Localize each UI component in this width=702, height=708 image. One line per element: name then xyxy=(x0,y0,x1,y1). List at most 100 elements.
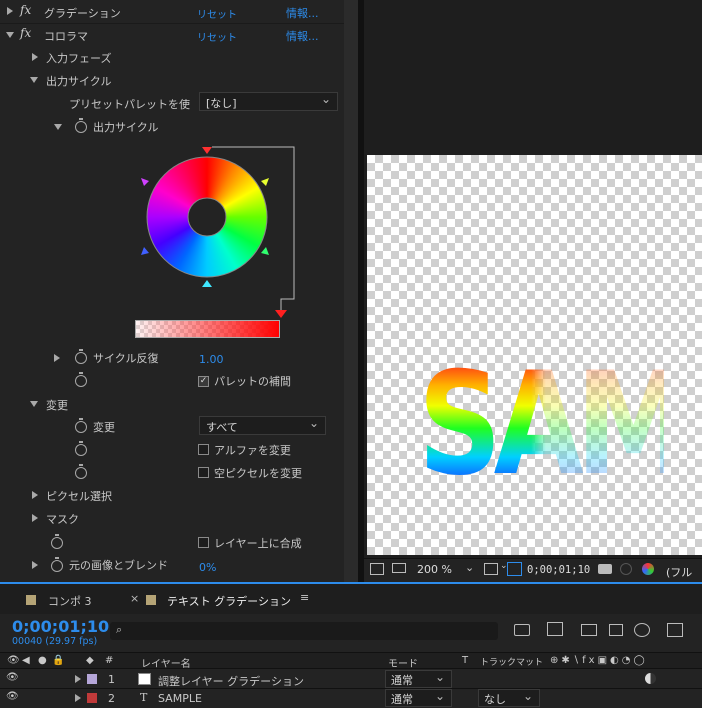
blend-mode-dropdown[interactable]: 通常 xyxy=(385,670,452,688)
camera-icon[interactable] xyxy=(598,564,612,574)
layer-label-color[interactable] xyxy=(87,693,97,703)
group-output-cycle[interactable]: 出力サイクル xyxy=(46,73,111,89)
info-link[interactable]: 情報... xyxy=(286,28,319,44)
track-matte-value: なし xyxy=(484,693,506,706)
column-track-matte[interactable]: トラックマット xyxy=(480,655,543,668)
effect-controls-panel: fx グラデーション リセット 情報... fx コロラマ リセット 情報...… xyxy=(0,0,358,582)
adjustment-switch-icon[interactable] xyxy=(645,673,656,684)
snapshot-icon[interactable] xyxy=(370,563,384,575)
stopwatch-icon[interactable] xyxy=(75,464,87,479)
layer-name[interactable]: SAMPLE xyxy=(158,692,202,705)
expand-arrow-icon[interactable] xyxy=(32,561,38,569)
stopwatch-icon[interactable] xyxy=(75,372,87,387)
column-layer-name[interactable]: レイヤー名 xyxy=(141,655,191,670)
close-icon[interactable]: × xyxy=(130,592,139,605)
group-pixel-selection[interactable]: ピクセル選択 xyxy=(46,488,112,504)
output-cycle-wheel[interactable] xyxy=(135,142,305,342)
expand-arrow-icon[interactable] xyxy=(32,514,38,522)
stopwatch-icon[interactable] xyxy=(75,441,87,456)
table-row[interactable]: 👁 1 調整レイヤー グラデーション 通常 xyxy=(0,670,702,689)
effect-row-colorama[interactable]: fx コロラマ リセット 情報... xyxy=(0,24,344,46)
timecode-display[interactable]: 0;00;01;10 xyxy=(527,564,590,576)
expand-arrow-icon[interactable] xyxy=(6,32,14,38)
collapse-arrow-icon[interactable] xyxy=(7,7,13,15)
expand-arrow-icon[interactable] xyxy=(75,694,81,702)
mask-visibility-icon[interactable] xyxy=(507,562,522,576)
interpolate-palette-label: パレットの補間 xyxy=(214,375,291,388)
stopwatch-icon[interactable] xyxy=(75,118,87,133)
region-icon[interactable] xyxy=(484,563,498,575)
interpolate-palette-checkbox[interactable]: ✓ xyxy=(198,376,209,387)
cycle-repeat-value[interactable]: 1.00 xyxy=(199,353,224,366)
track-matte-dropdown[interactable]: なし xyxy=(478,689,540,707)
layer-search-input[interactable]: ⌕ xyxy=(110,622,498,640)
tab-text-gradient[interactable]: × テキスト グラデーション ≡ xyxy=(126,590,326,610)
group-modify[interactable]: 変更 xyxy=(46,397,68,413)
modify-empty-pixels-checkbox[interactable] xyxy=(198,467,209,478)
blend-value[interactable]: 0% xyxy=(199,561,216,574)
audio-icon[interactable]: ◀ xyxy=(22,655,30,666)
timeline-tab-bar: コンポ 3 × テキスト グラデーション ≡ xyxy=(0,584,702,614)
group-mask[interactable]: マスク xyxy=(46,511,79,527)
palette-strip[interactable] xyxy=(135,320,280,338)
stopwatch-icon[interactable] xyxy=(51,557,63,572)
expand-arrow-icon[interactable] xyxy=(32,53,38,61)
stopwatch-icon[interactable] xyxy=(51,534,63,549)
preset-palette-dropdown[interactable]: [なし] xyxy=(199,92,338,111)
eye-icon[interactable]: 👁 xyxy=(6,672,19,683)
collapse-arrow-icon[interactable] xyxy=(30,401,38,407)
modify-alpha-checkbox[interactable] xyxy=(198,444,209,455)
motion-blur-icon[interactable] xyxy=(634,623,650,637)
column-mode[interactable]: モード xyxy=(388,655,418,670)
blend-mode-value: 通常 xyxy=(391,693,413,706)
solo-icon[interactable]: ● xyxy=(38,655,47,666)
eye-icon[interactable]: 👁 xyxy=(7,655,20,666)
blend-label: 元の画像とブレンド xyxy=(69,559,168,572)
blend-mode-value: 通常 xyxy=(391,674,413,687)
fx-icon[interactable]: fx xyxy=(20,3,31,17)
monitor-icon[interactable] xyxy=(392,563,406,573)
comp-icon xyxy=(26,595,36,605)
shy-layers-icon[interactable] xyxy=(581,624,597,636)
fx-icon[interactable]: fx xyxy=(20,26,31,40)
stopwatch-icon[interactable] xyxy=(75,418,87,433)
modify-alpha-label: アルファを変更 xyxy=(214,444,291,457)
effect-row-gradient[interactable]: fx グラデーション リセット 情報... xyxy=(0,0,344,24)
layer-label-color[interactable] xyxy=(87,674,97,684)
table-row[interactable]: 👁 2 T SAMPLE 通常 なし xyxy=(0,689,702,708)
layer-name[interactable]: 調整レイヤー グラデーション xyxy=(158,673,304,689)
composite-over-layer-checkbox[interactable] xyxy=(198,537,209,548)
expand-arrow-icon[interactable] xyxy=(32,491,38,499)
stopwatch-icon[interactable] xyxy=(75,349,87,364)
blend-mode-dropdown[interactable]: 通常 xyxy=(385,689,452,707)
column-num: # xyxy=(105,655,114,666)
collapse-arrow-icon[interactable] xyxy=(30,77,38,83)
lock-icon[interactable]: 🔒 xyxy=(52,655,64,666)
chevron-down-icon: ⌄ xyxy=(465,561,475,574)
label-icon[interactable]: ◆ xyxy=(86,655,94,666)
sample-text: SAMPLE xyxy=(418,345,702,505)
eye-icon[interactable]: 👁 xyxy=(6,691,19,702)
zoom-dropdown[interactable]: 200 % ⌄ xyxy=(411,561,479,580)
reset-link[interactable]: リセット xyxy=(197,29,237,44)
color-channels-icon[interactable] xyxy=(642,563,654,575)
tab-comp3[interactable]: コンポ 3 xyxy=(8,590,118,610)
graph-editor-icon[interactable] xyxy=(667,623,683,637)
modify-dropdown[interactable]: すべて xyxy=(199,416,326,435)
search-icon: ⌕ xyxy=(116,623,123,636)
show-channel-icon[interactable] xyxy=(620,563,632,575)
switches-icon[interactable]: ⊕✱∖fx▣◐◔◯ xyxy=(550,655,648,666)
draft-3d-icon[interactable] xyxy=(547,622,563,636)
frame-blending-icon[interactable] xyxy=(609,624,623,636)
scrollbar[interactable] xyxy=(344,0,358,582)
composition-viewer[interactable]: SAMPLE xyxy=(364,0,702,558)
collapse-arrow-icon[interactable] xyxy=(54,124,62,130)
current-time[interactable]: 0;00;01;10 xyxy=(12,617,109,636)
expand-arrow-icon[interactable] xyxy=(75,675,81,683)
comp-flowchart-icon[interactable] xyxy=(514,624,530,636)
panel-menu-icon[interactable]: ≡ xyxy=(300,591,309,604)
reset-link[interactable]: リセット xyxy=(197,6,237,21)
expand-arrow-icon[interactable] xyxy=(54,354,60,362)
group-input-phase[interactable]: 入力フェーズ xyxy=(46,50,111,66)
info-link[interactable]: 情報... xyxy=(286,5,319,21)
